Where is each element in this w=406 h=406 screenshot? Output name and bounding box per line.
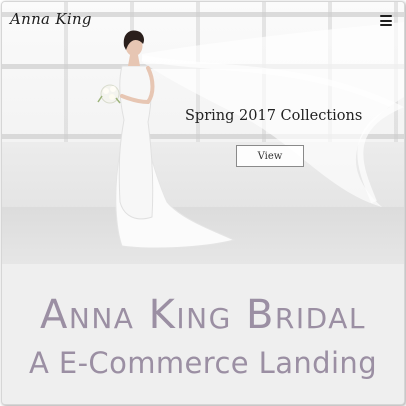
hero-banner: Anna King Spring 2017 Collections View <box>2 2 404 264</box>
menu-icon-bar <box>380 24 392 26</box>
bouquet-flower <box>110 86 116 92</box>
dress-body <box>118 65 154 220</box>
bride-photo <box>97 22 404 249</box>
brand-logo[interactable]: Anna King <box>10 10 92 28</box>
collection-title: Spring 2017 Collections <box>185 108 363 124</box>
bouquet-flower <box>103 88 109 94</box>
bouquet-flower <box>109 94 115 100</box>
brand-section: Anna King Bridal A E-Commerce Landing <box>2 264 404 404</box>
page-frame: Anna King Spring 2017 Collections View A… <box>1 1 405 405</box>
view-collection-button[interactable]: View <box>236 145 304 167</box>
bride-neck <box>128 55 140 66</box>
menu-icon-bar <box>380 19 392 22</box>
bouquet <box>100 84 120 104</box>
hamburger-menu-icon[interactable] <box>380 15 392 26</box>
brand-name-heading: Anna King Bridal <box>40 292 366 338</box>
brand-subtitle: A E-Commerce Landing <box>28 346 378 380</box>
menu-icon-bar <box>380 15 392 17</box>
